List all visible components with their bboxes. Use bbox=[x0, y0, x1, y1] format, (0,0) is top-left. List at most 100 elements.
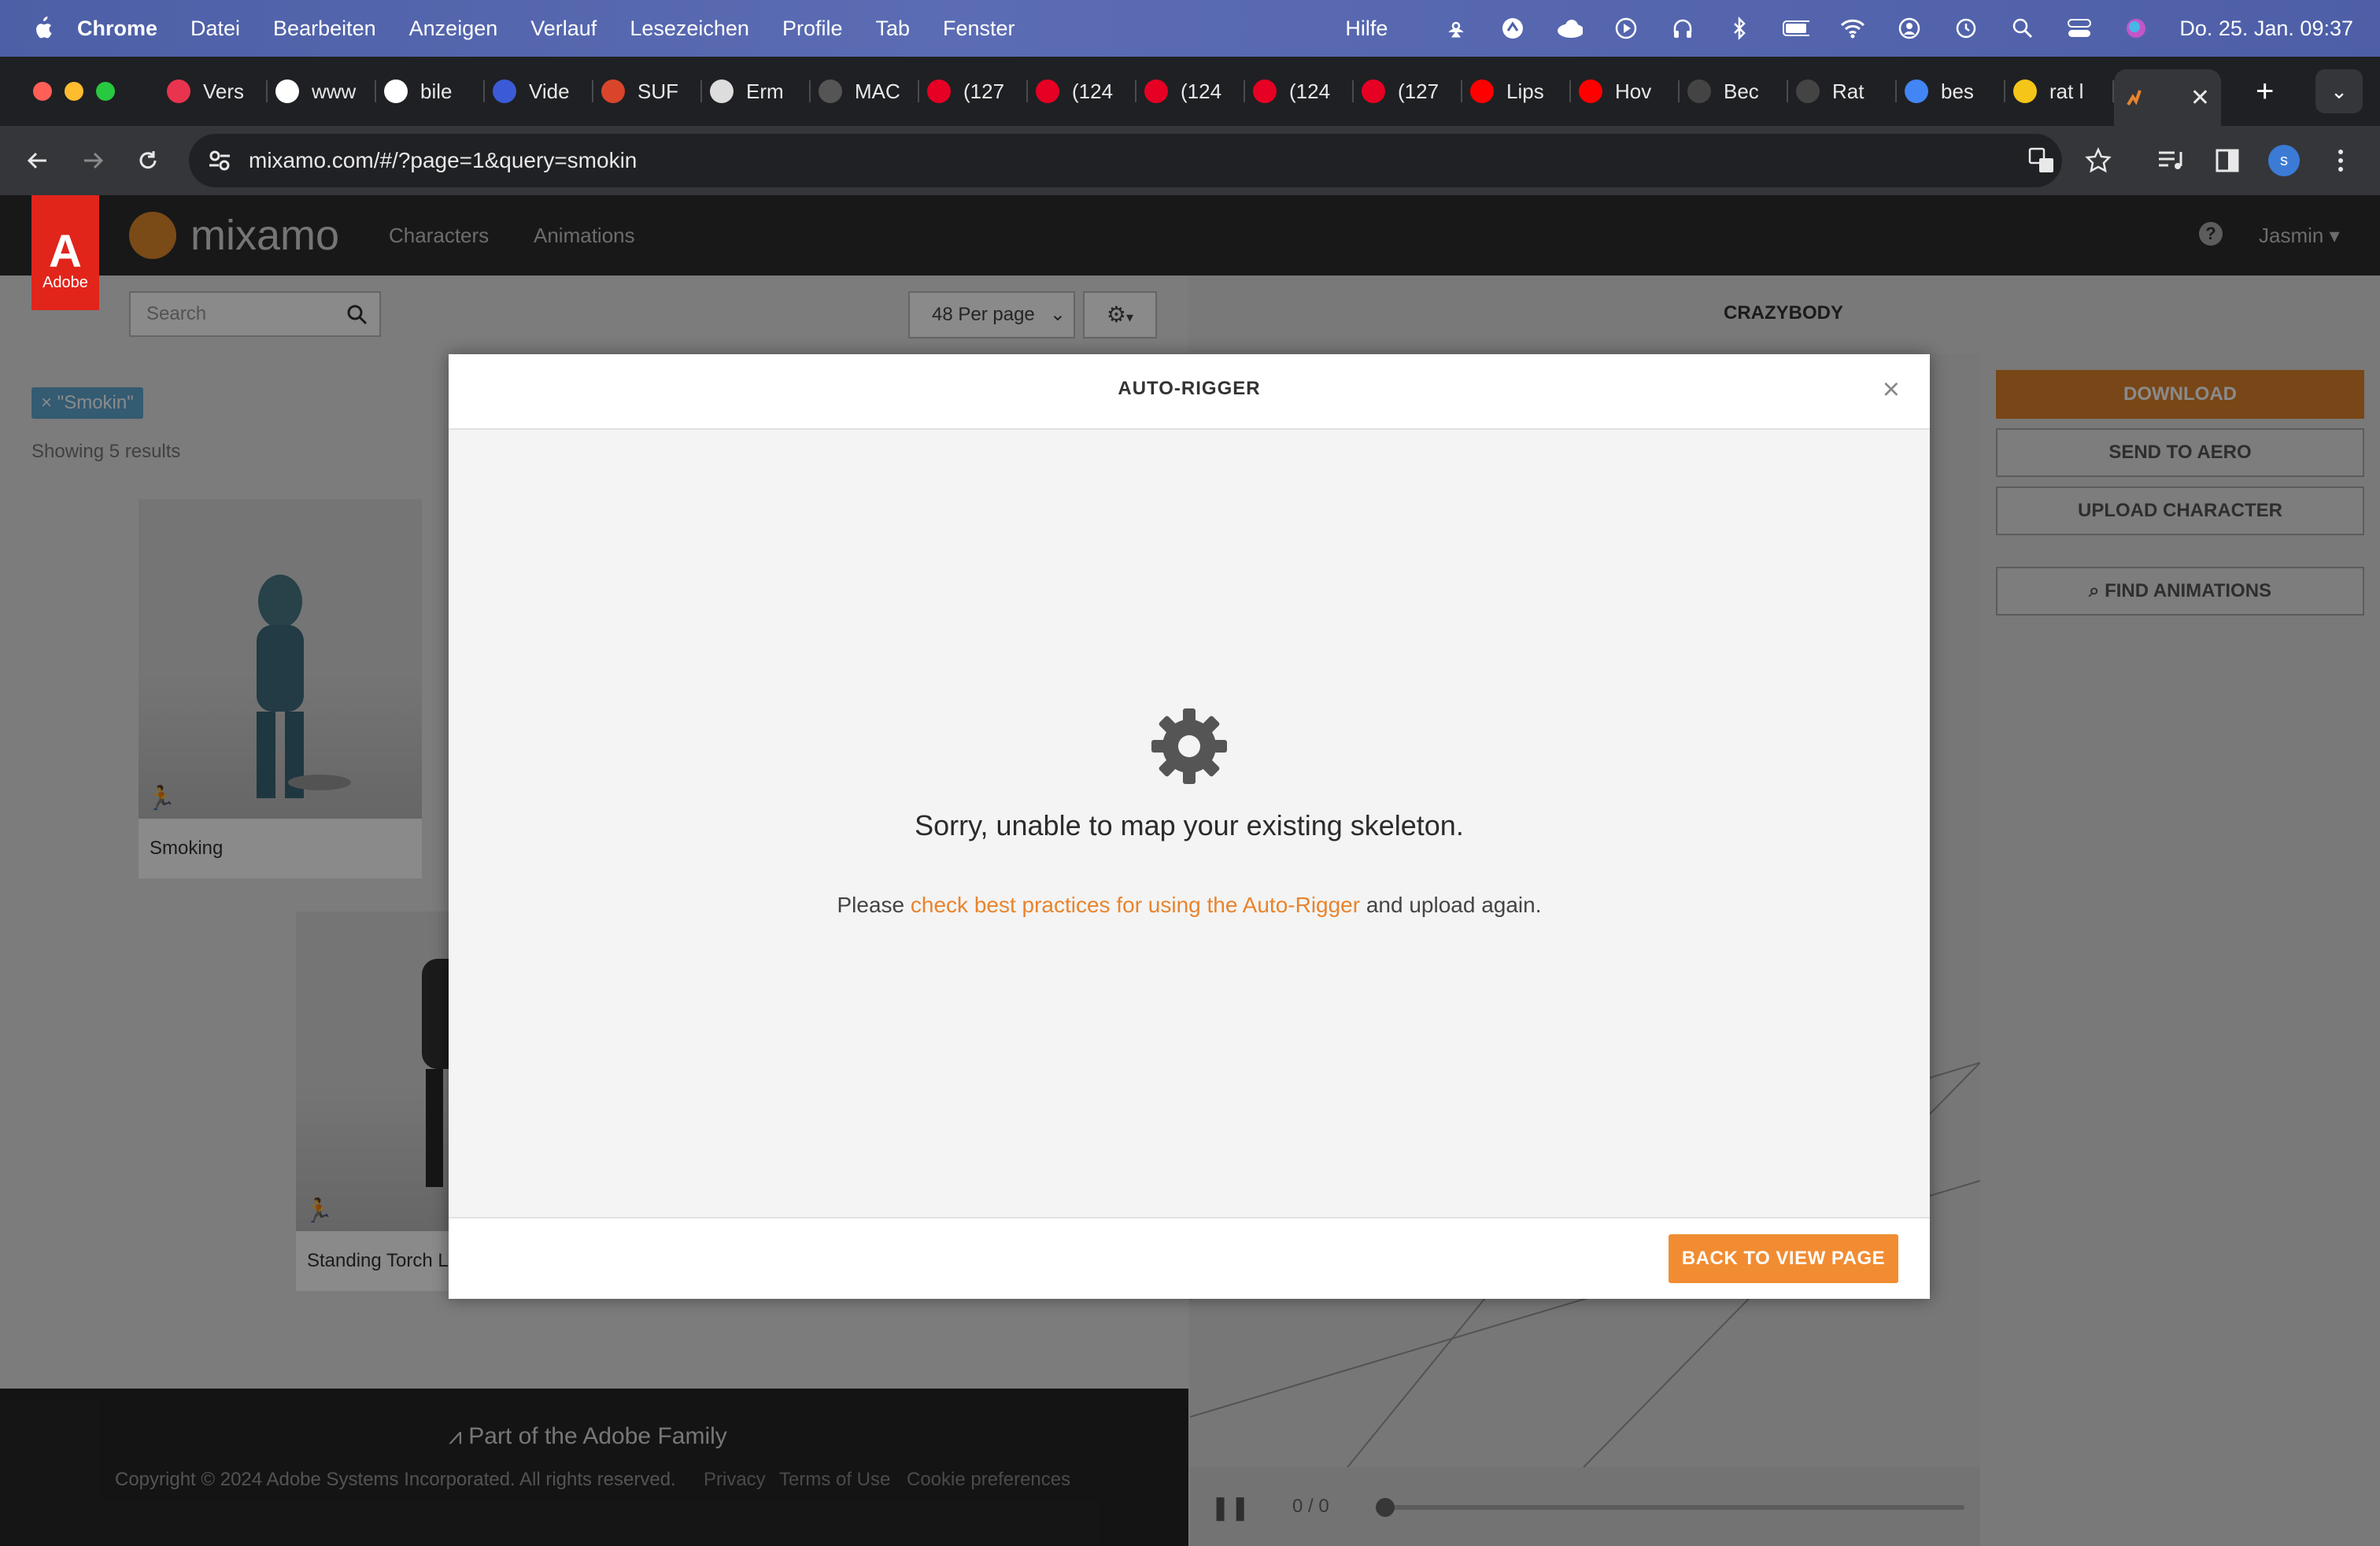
url-text[interactable]: mixamo.com/#/?page=1&query=smokin bbox=[249, 148, 637, 173]
menu-profile[interactable]: Profile bbox=[782, 17, 843, 41]
tab-label: bes bbox=[1941, 79, 1974, 103]
chevron-down-icon: ⌄ bbox=[2330, 79, 2348, 103]
close-window-button[interactable] bbox=[33, 82, 52, 101]
forward-button[interactable] bbox=[77, 145, 109, 176]
menu-datei[interactable]: Datei bbox=[190, 17, 240, 41]
tab-1[interactable]: www bbox=[268, 68, 376, 115]
m-logo-icon bbox=[2013, 80, 2037, 103]
wifi-icon[interactable] bbox=[1839, 15, 1866, 42]
menu-app-chrome[interactable]: Chrome bbox=[77, 17, 157, 41]
media-control-icon[interactable] bbox=[2155, 145, 2186, 176]
side-panel-icon[interactable] bbox=[2212, 145, 2243, 176]
tab-0[interactable]: Vers bbox=[159, 68, 268, 115]
site-settings-icon[interactable] bbox=[206, 147, 233, 174]
bluetooth-icon[interactable] bbox=[1726, 15, 1753, 42]
tab-label: rat l bbox=[2049, 79, 2084, 103]
tab-7[interactable]: (127 bbox=[919, 68, 1028, 115]
tab-10[interactable]: (124 bbox=[1245, 68, 1354, 115]
rat-icon bbox=[1796, 80, 1820, 103]
bookmark-star-icon[interactable] bbox=[2082, 145, 2114, 176]
spotlight-search-icon[interactable] bbox=[2009, 15, 2036, 42]
tab-4[interactable]: SUF bbox=[593, 68, 702, 115]
translate-icon[interactable] bbox=[2026, 145, 2057, 176]
tab-search-button[interactable]: ⌄ bbox=[2315, 69, 2363, 113]
tab-17[interactable]: rat l bbox=[2005, 68, 2114, 115]
behance-icon bbox=[1687, 80, 1711, 103]
play-circle-icon[interactable] bbox=[1613, 15, 1639, 42]
more-menu-icon[interactable] bbox=[2325, 145, 2356, 176]
menu-lesezeichen[interactable]: Lesezeichen bbox=[630, 17, 749, 41]
address-bar[interactable]: mixamo.com/#/?page=1&query=smokin bbox=[189, 134, 2062, 187]
video-icon bbox=[493, 80, 516, 103]
best-practices-link[interactable]: check best practices for using the Auto-… bbox=[911, 893, 1360, 917]
tab-11[interactable]: (127 bbox=[1354, 68, 1462, 115]
window-controls bbox=[33, 82, 128, 101]
new-tab-button[interactable]: + bbox=[2256, 74, 2274, 109]
tab-label: www bbox=[312, 79, 357, 103]
time-machine-icon[interactable] bbox=[1953, 15, 1979, 42]
tab-5[interactable]: Erm bbox=[702, 68, 811, 115]
tab-2[interactable]: bile bbox=[376, 68, 485, 115]
tab-15[interactable]: Rat bbox=[1788, 68, 1897, 115]
tab-mixamo-active[interactable]: ✕ bbox=[2114, 69, 2221, 126]
headphones-icon[interactable] bbox=[1669, 15, 1696, 42]
youtube-icon bbox=[1579, 80, 1602, 103]
tab-16[interactable]: bes bbox=[1897, 68, 2005, 115]
tab-14[interactable]: Bec bbox=[1680, 68, 1788, 115]
reload-icon bbox=[139, 151, 157, 169]
cloud-icon[interactable] bbox=[1556, 15, 1584, 42]
close-tab-icon[interactable]: ✕ bbox=[2190, 84, 2210, 112]
profile-avatar[interactable]: s bbox=[2268, 145, 2300, 176]
zoom-window-button[interactable] bbox=[96, 82, 115, 101]
tab-9[interactable]: (124 bbox=[1136, 68, 1245, 115]
tab-label: (124 bbox=[1181, 79, 1222, 103]
tab-label: (127 bbox=[963, 79, 1005, 103]
back-button[interactable] bbox=[22, 145, 54, 176]
tab-label: Rat bbox=[1832, 79, 1864, 103]
apple-icon[interactable] bbox=[30, 15, 54, 42]
tab-12[interactable]: Lips bbox=[1462, 68, 1571, 115]
creative-cloud-icon[interactable] bbox=[1499, 15, 1526, 42]
p-logo-icon bbox=[167, 80, 190, 103]
google-icon bbox=[1905, 80, 1928, 103]
adobe-logo[interactable]: A Adobe bbox=[31, 195, 99, 310]
error-message-suffix: and upload again. bbox=[1360, 893, 1542, 917]
tab-label: SUF bbox=[638, 79, 678, 103]
modal-title: AUTO-RIGGER bbox=[1118, 378, 1261, 399]
tab-label: (124 bbox=[1072, 79, 1114, 103]
control-center-icon[interactable] bbox=[2066, 15, 2093, 42]
tab-label: Vers bbox=[203, 79, 245, 103]
menubar-clock[interactable]: Do. 25. Jan. 09:37 bbox=[2179, 17, 2353, 41]
error-title: Sorry, unable to map your existing skele… bbox=[915, 809, 1464, 841]
pinterest-icon bbox=[1144, 80, 1168, 103]
back-to-view-page-button[interactable]: BACK TO VIEW PAGE bbox=[1669, 1234, 1898, 1283]
tab-label: Hov bbox=[1615, 79, 1652, 103]
reload-button[interactable] bbox=[132, 145, 164, 176]
procreate-icon bbox=[275, 80, 299, 103]
battery-icon[interactable] bbox=[1783, 15, 1810, 42]
tab-label: Erm bbox=[746, 79, 784, 103]
menu-anzeigen[interactable]: Anzeigen bbox=[409, 17, 498, 41]
menu-bearbeiten[interactable]: Bearbeiten bbox=[273, 17, 376, 41]
youtube-icon bbox=[1470, 80, 1494, 103]
siri-icon[interactable] bbox=[2123, 15, 2149, 42]
menu-fenster[interactable]: Fenster bbox=[943, 17, 1015, 41]
pinterest-icon bbox=[1253, 80, 1277, 103]
tab-8[interactable]: (124 bbox=[1028, 68, 1136, 115]
minimize-window-button[interactable] bbox=[65, 82, 83, 101]
tab-6[interactable]: MAC bbox=[811, 68, 919, 115]
chrome-toolbar: mixamo.com/#/?page=1&query=smokin s bbox=[0, 126, 2380, 195]
tab-label: Bec bbox=[1724, 79, 1759, 103]
pinterest-icon bbox=[1362, 80, 1385, 103]
tab-label: MAC bbox=[855, 79, 900, 103]
menu-hilfe[interactable]: Hilfe bbox=[1345, 17, 1388, 41]
airplay-icon[interactable] bbox=[1443, 15, 1469, 42]
menu-tab[interactable]: Tab bbox=[875, 17, 910, 41]
user-account-icon[interactable] bbox=[1896, 15, 1923, 42]
apple-icon bbox=[710, 80, 734, 103]
tab-3[interactable]: Vide bbox=[485, 68, 593, 115]
tab-13[interactable]: Hov bbox=[1571, 68, 1680, 115]
modal-close-icon[interactable]: × bbox=[1883, 375, 1900, 405]
menu-verlauf[interactable]: Verlauf bbox=[530, 17, 597, 41]
adobe-label: Adobe bbox=[42, 274, 88, 291]
